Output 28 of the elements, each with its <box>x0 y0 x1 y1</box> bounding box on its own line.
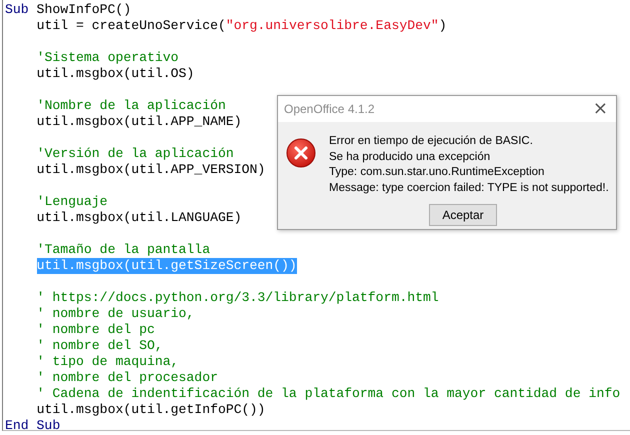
code-line: ' tipo de maquina, <box>36 354 179 370</box>
code-line: util.msgbox(util.APP_VERSION) <box>36 162 266 178</box>
code-line: 'Sistema operativo <box>36 50 179 66</box>
error-icon <box>286 138 316 168</box>
error-message-line: Type: com.sun.star.uno.RuntimeException <box>329 165 546 180</box>
code-line: util.msgbox(util.getInfoPC()) <box>36 402 266 418</box>
accept-button[interactable]: Aceptar <box>429 204 497 226</box>
code-line: util.msgbox(util.LANGUAGE) <box>36 210 242 226</box>
close-button[interactable]: × <box>584 99 616 119</box>
code-line: 'Nombre de la aplicación <box>36 98 226 114</box>
error-message-line: Message: type coercion failed: TYPE is not supported!. <box>329 180 609 196</box>
code-line: 'Versión de la aplicación <box>36 146 234 162</box>
dialog-title: OpenOffice 4.1.2 <box>283 102 375 116</box>
code-line: ' Cadena de indentificación de la plataforma con la mayor cantidad de info <box>36 386 620 402</box>
code-line: util.msgbox(util.OS) <box>36 66 194 82</box>
code-line: ' nombre del SO, <box>36 338 163 354</box>
code-line: ' nombre de usuario, <box>36 306 194 322</box>
code-line: util = createUnoService("org.universolibre.EasyDev") <box>36 18 447 34</box>
code-line: ' nombre del procesador <box>36 370 218 386</box>
code-line: 'Tamaño de la pantalla <box>36 242 210 258</box>
error-message-line: Se ha producido una excepción <box>329 150 492 164</box>
code-line: util.msgbox(util.APP_NAME) <box>36 114 242 130</box>
code-line: Sub ShowInfoPC() <box>5 2 132 18</box>
error-message-line: Error en tiempo de ejecución de BASIC. <box>329 134 534 149</box>
code-line: End Sub <box>5 418 60 434</box>
code-line: ' https://docs.python.org/3.3/library/platform.html <box>36 290 439 306</box>
code-line: ' nombre del pc <box>36 322 155 338</box>
code-line: 'Lenguaje <box>36 194 108 210</box>
